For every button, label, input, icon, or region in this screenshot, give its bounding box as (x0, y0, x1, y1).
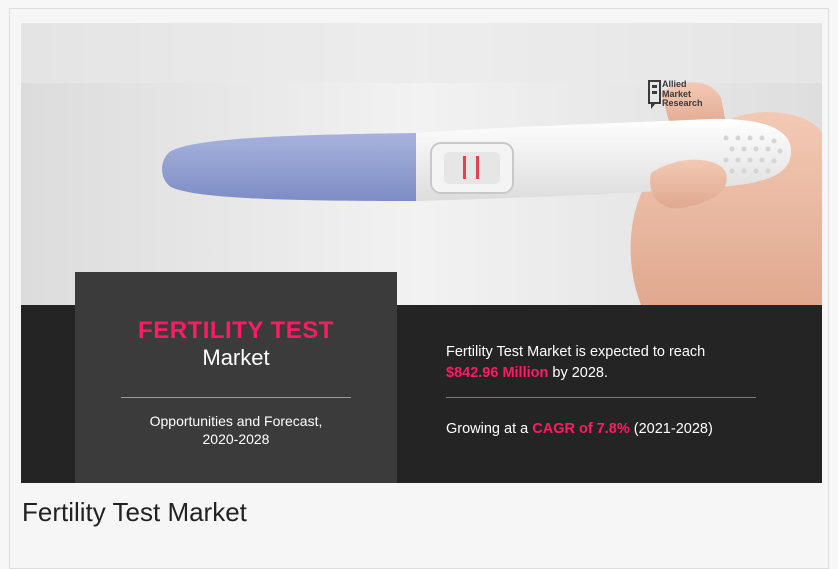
market-banner-image[interactable]: Allied Market Research FERTILITY TEST Ma… (21, 23, 822, 483)
banner-title: FERTILITY TEST (138, 317, 334, 344)
forecast-line-1: Fertility Test Market is expected to rea… (446, 344, 706, 360)
market-value-highlight: $842.96 Million (446, 365, 549, 381)
banner-period: Opportunities and Forecast, 2020-2028 (75, 412, 397, 448)
cagr-suffix: (2021-2028) (629, 421, 713, 437)
period-line-2: 2020-2028 (202, 431, 270, 447)
image-caption: Fertility Test Market (22, 497, 247, 527)
forecast-line-2-rest: by 2028. (548, 365, 609, 381)
logo-text: Allied Market Research (662, 79, 703, 109)
cagr-prefix: Growing at a (446, 421, 533, 437)
logo-mark-icon (648, 80, 661, 109)
banner-subtitle: Market (202, 345, 270, 370)
logo-line-3: Research (662, 98, 703, 108)
market-forecast-text: Fertility Test Market is expected to rea… (446, 342, 806, 384)
forecast-line-2: $842.96 Million by 2028. (446, 363, 806, 384)
period-line-1: Opportunities and Forecast, (149, 413, 323, 429)
allied-market-research-logo: Allied Market Research (648, 78, 738, 122)
forecast-divider (446, 397, 756, 398)
cagr-text: Growing at a CAGR of 7.8% (2021-2028) (446, 419, 806, 439)
pregnancy-test-photo (21, 23, 822, 305)
cagr-highlight: CAGR of 7.8% (532, 421, 630, 437)
title-panel: FERTILITY TEST Market Opportunities and … (75, 272, 397, 483)
title-divider (121, 397, 351, 398)
